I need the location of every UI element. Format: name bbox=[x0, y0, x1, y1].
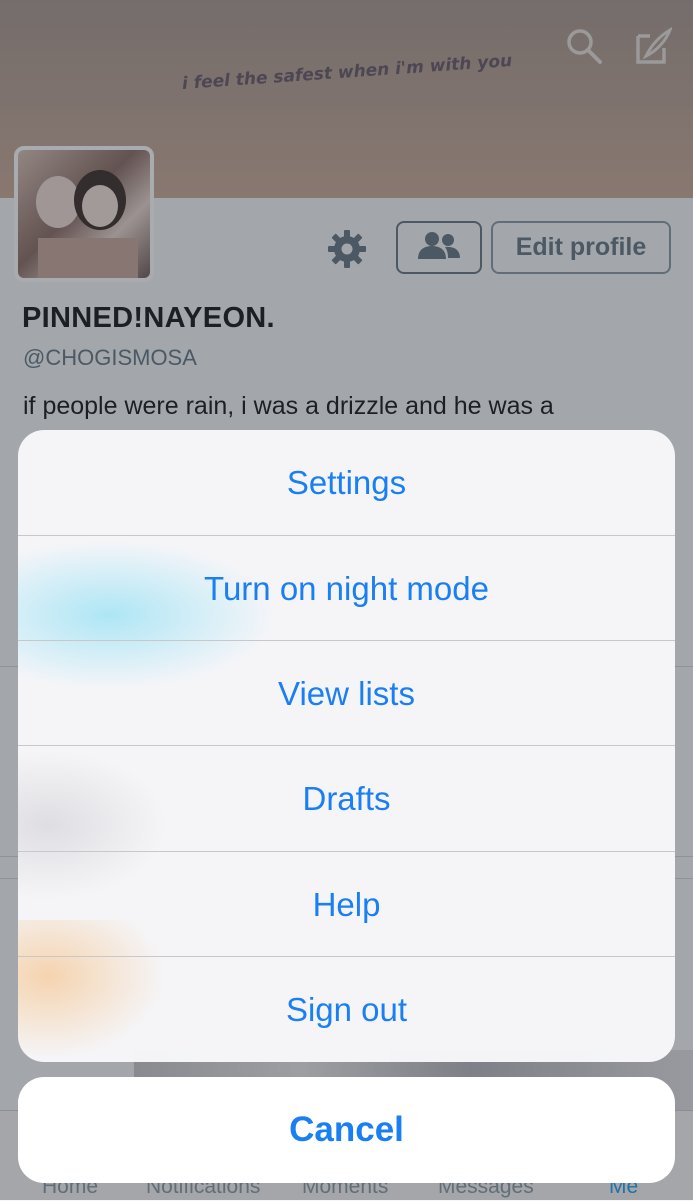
help-option[interactable]: Help bbox=[18, 852, 675, 957]
sign-out-option[interactable]: Sign out bbox=[18, 957, 675, 1062]
action-sheet: Settings Turn on night mode View lists D… bbox=[18, 430, 675, 1062]
drafts-option[interactable]: Drafts bbox=[18, 746, 675, 851]
cancel-button[interactable]: Cancel bbox=[18, 1077, 675, 1183]
night-mode-option[interactable]: Turn on night mode bbox=[18, 536, 675, 641]
settings-option[interactable]: Settings bbox=[18, 430, 675, 535]
view-lists-option[interactable]: View lists bbox=[18, 641, 675, 746]
